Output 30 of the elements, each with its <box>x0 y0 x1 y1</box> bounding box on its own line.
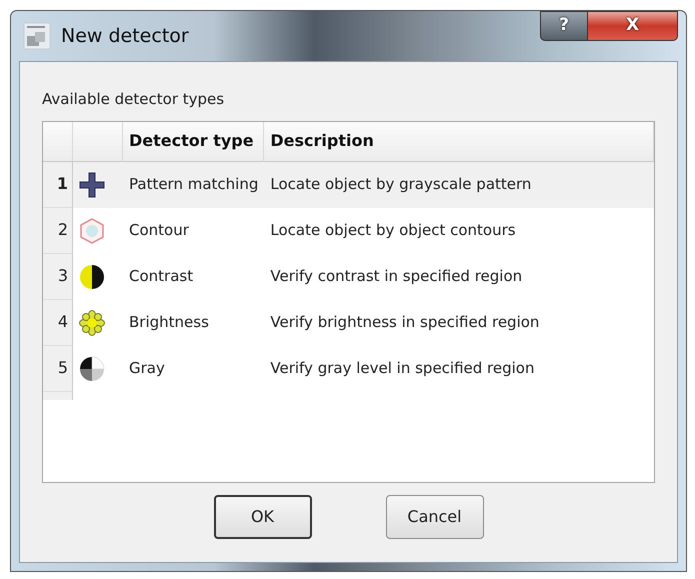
table-cell[interactable]: Gray <box>123 346 264 392</box>
corner-header <box>43 122 73 162</box>
row-number: 2 <box>43 208 73 254</box>
row-number: 4 <box>43 300 73 346</box>
close-button[interactable]: X <box>588 11 678 41</box>
row-number: 3 <box>43 254 73 300</box>
table-cell[interactable]: Brightness <box>123 300 264 346</box>
column-header <box>73 122 123 162</box>
row-number: 1 <box>43 162 73 208</box>
column-header[interactable]: Detector type <box>123 122 264 162</box>
table-cell[interactable]: Locate object by grayscale pattern <box>264 162 654 208</box>
group-label: Available detector types <box>42 89 226 110</box>
table-cell[interactable]: Verify brightness in specified region <box>264 300 654 346</box>
table-cell[interactable]: Verify gray level in specified region <box>264 346 654 392</box>
table-cell[interactable]: Locate object by object contours <box>264 208 654 254</box>
row-number: 5 <box>43 346 73 392</box>
window-title: New detector <box>61 24 189 49</box>
plus-icon <box>79 172 105 198</box>
app-icon <box>23 22 51 50</box>
column-header[interactable]: Description <box>264 122 654 162</box>
hexagon-icon <box>79 218 105 244</box>
table-cell[interactable]: Pattern matching <box>123 162 264 208</box>
table-cell[interactable]: Verify contrast in specified region <box>264 254 654 300</box>
flower-icon <box>79 310 105 336</box>
half-circle-icon <box>79 264 105 290</box>
pie-icon <box>79 356 105 382</box>
cancel-button[interactable]: Cancel <box>386 494 484 538</box>
ok-button[interactable]: OK <box>214 494 312 538</box>
table-cell[interactable]: Contour <box>123 208 264 254</box>
table-cell[interactable]: Contrast <box>123 254 264 300</box>
